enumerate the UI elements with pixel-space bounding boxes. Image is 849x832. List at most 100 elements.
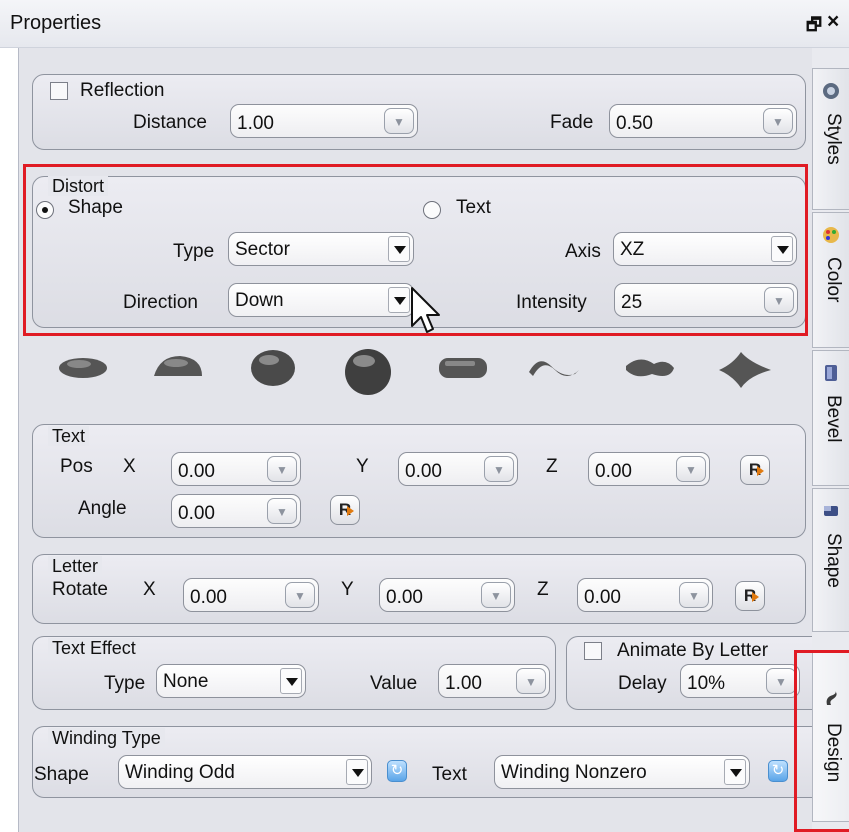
tab-shape-label: Shape bbox=[823, 533, 844, 588]
type-value: Sector bbox=[235, 239, 290, 260]
axis-dropdown[interactable]: XZ bbox=[613, 232, 797, 266]
text-pos-y-stepper-icon[interactable]: ▼ bbox=[484, 456, 514, 482]
reset-text-pos-button[interactable]: R bbox=[740, 455, 770, 485]
angle-stepper-icon[interactable]: ▼ bbox=[267, 498, 297, 524]
intensity-spinner[interactable]: 25 ▼ bbox=[614, 283, 798, 317]
text-pos-x-stepper-icon[interactable]: ▼ bbox=[267, 456, 297, 482]
rotate-y-label: Y bbox=[341, 579, 354, 600]
distort-preset-blob[interactable] bbox=[620, 348, 680, 394]
winding-shape-arrow-icon[interactable] bbox=[346, 759, 368, 785]
tab-styles-label: Styles bbox=[823, 113, 844, 165]
rotate-x-spinner[interactable]: 0.00 ▼ bbox=[183, 578, 319, 612]
axis-dropdown-arrow-icon[interactable] bbox=[771, 236, 793, 262]
text-effect-legend: Text Effect bbox=[48, 638, 140, 658]
axis-value: XZ bbox=[620, 239, 645, 260]
distort-preset-sphere[interactable] bbox=[245, 348, 301, 394]
rotate-x-stepper-icon[interactable]: ▼ bbox=[285, 582, 315, 608]
distance-value: 1.00 bbox=[237, 113, 274, 134]
rotate-x-value: 0.00 bbox=[190, 587, 227, 608]
type-label: Type bbox=[173, 241, 215, 262]
distort-preset-flat-ellipse[interactable] bbox=[55, 348, 111, 394]
text-pos-y-spinner[interactable]: 0.00 ▼ bbox=[398, 452, 518, 486]
effect-type-value: None bbox=[163, 671, 209, 692]
float-window-icon[interactable]: 🗗 bbox=[806, 12, 822, 41]
direction-dropdown[interactable]: Down bbox=[228, 283, 414, 317]
mouse-cursor-icon bbox=[408, 286, 440, 336]
text-pos-y-value: 0.00 bbox=[405, 461, 442, 482]
text-pos-z-value: 0.00 bbox=[595, 461, 632, 482]
tab-shape[interactable]: Shape bbox=[812, 488, 849, 632]
effect-type-label: Type bbox=[104, 673, 146, 694]
fade-stepper-icon[interactable]: ▼ bbox=[763, 108, 793, 134]
distance-stepper-icon[interactable]: ▼ bbox=[384, 108, 414, 134]
winding-text-arrow-icon[interactable] bbox=[724, 759, 746, 785]
refresh-text-icon[interactable]: ↻ bbox=[768, 760, 788, 782]
distort-preset-bulge[interactable] bbox=[340, 348, 396, 402]
angle-spinner[interactable]: 0.00 ▼ bbox=[171, 494, 301, 528]
winding-shape-value: Winding Odd bbox=[125, 762, 235, 783]
intensity-label: Intensity bbox=[516, 292, 587, 313]
winding-legend: Winding Type bbox=[48, 728, 165, 748]
rotate-y-spinner[interactable]: 0.00 ▼ bbox=[379, 578, 515, 612]
text-pos-z-spinner[interactable]: 0.00 ▼ bbox=[588, 452, 710, 486]
text-pos-x-spinner[interactable]: 0.00 ▼ bbox=[171, 452, 301, 486]
fade-label: Fade bbox=[550, 112, 594, 133]
letter-legend: Letter bbox=[48, 556, 103, 576]
rotate-z-spinner[interactable]: 0.00 ▼ bbox=[577, 578, 713, 612]
text-pos-x-value: 0.00 bbox=[178, 461, 215, 482]
text-radio[interactable] bbox=[423, 201, 441, 219]
animate-by-letter-checkbox[interactable] bbox=[584, 642, 602, 660]
tab-styles[interactable]: Styles bbox=[812, 68, 849, 210]
distort-legend: Distort bbox=[48, 176, 109, 196]
type-dropdown[interactable]: Sector bbox=[228, 232, 414, 266]
rotate-y-stepper-icon[interactable]: ▼ bbox=[481, 582, 511, 608]
effect-value-value: 1.00 bbox=[445, 673, 482, 694]
tab-design-label: Design bbox=[823, 723, 844, 783]
delay-label: Delay bbox=[618, 673, 667, 694]
close-icon[interactable]: × bbox=[827, 10, 839, 34]
tab-bevel[interactable]: Bevel bbox=[812, 350, 849, 486]
effect-value-spinner[interactable]: 1.00 ▼ bbox=[438, 664, 550, 698]
rotate-z-stepper-icon[interactable]: ▼ bbox=[679, 582, 709, 608]
distort-preset-pillow[interactable] bbox=[435, 348, 491, 394]
type-dropdown-arrow-icon[interactable] bbox=[388, 236, 410, 262]
distance-spinner[interactable]: 1.00 ▼ bbox=[230, 104, 418, 138]
text-pos-z-stepper-icon[interactable]: ▼ bbox=[676, 456, 706, 482]
reset-rotate-button[interactable]: R bbox=[735, 581, 765, 611]
shape-radio[interactable] bbox=[36, 201, 54, 219]
intensity-stepper-icon[interactable]: ▼ bbox=[764, 287, 794, 313]
rotate-y-value: 0.00 bbox=[386, 587, 423, 608]
text-pos-y-label: Y bbox=[356, 456, 369, 477]
winding-text-dropdown[interactable]: Winding Nonzero bbox=[494, 755, 750, 789]
text-pos-x-label: X bbox=[123, 456, 136, 477]
effect-type-arrow-icon[interactable] bbox=[280, 668, 302, 694]
reflection-label: Reflection bbox=[80, 80, 165, 101]
direction-label: Direction bbox=[123, 292, 198, 313]
tab-design[interactable]: Design bbox=[812, 652, 849, 822]
reset-angle-button[interactable]: R bbox=[330, 495, 360, 525]
delay-spinner[interactable]: 10% ▼ bbox=[680, 664, 800, 698]
animate-by-letter-label: Animate By Letter bbox=[617, 640, 769, 661]
rotate-z-label: Z bbox=[537, 579, 549, 600]
rotate-x-label: X bbox=[143, 579, 156, 600]
text-radio-label: Text bbox=[456, 197, 491, 218]
rotate-z-value: 0.00 bbox=[584, 587, 621, 608]
axis-label: Axis bbox=[565, 241, 601, 262]
effect-value-stepper-icon[interactable]: ▼ bbox=[516, 668, 546, 694]
refresh-shape-icon[interactable]: ↻ bbox=[387, 760, 407, 782]
shape-icon bbox=[824, 506, 838, 516]
tab-color[interactable]: Color bbox=[812, 212, 849, 348]
delay-value: 10% bbox=[687, 673, 726, 694]
fade-spinner[interactable]: 0.50 ▼ bbox=[609, 104, 797, 138]
palette-icon bbox=[823, 227, 839, 243]
tab-bevel-label: Bevel bbox=[823, 395, 844, 443]
direction-dropdown-arrow-icon[interactable] bbox=[388, 287, 410, 313]
distort-preset-wave[interactable] bbox=[525, 348, 585, 394]
winding-shape-dropdown[interactable]: Winding Odd bbox=[118, 755, 372, 789]
delay-stepper-icon[interactable]: ▼ bbox=[766, 668, 796, 694]
distort-preset-spike[interactable] bbox=[715, 348, 775, 398]
distort-preset-dome[interactable] bbox=[150, 348, 206, 394]
effect-type-dropdown[interactable]: None bbox=[156, 664, 306, 698]
text-legend: Text bbox=[48, 426, 90, 446]
reflection-checkbox[interactable] bbox=[50, 82, 68, 100]
